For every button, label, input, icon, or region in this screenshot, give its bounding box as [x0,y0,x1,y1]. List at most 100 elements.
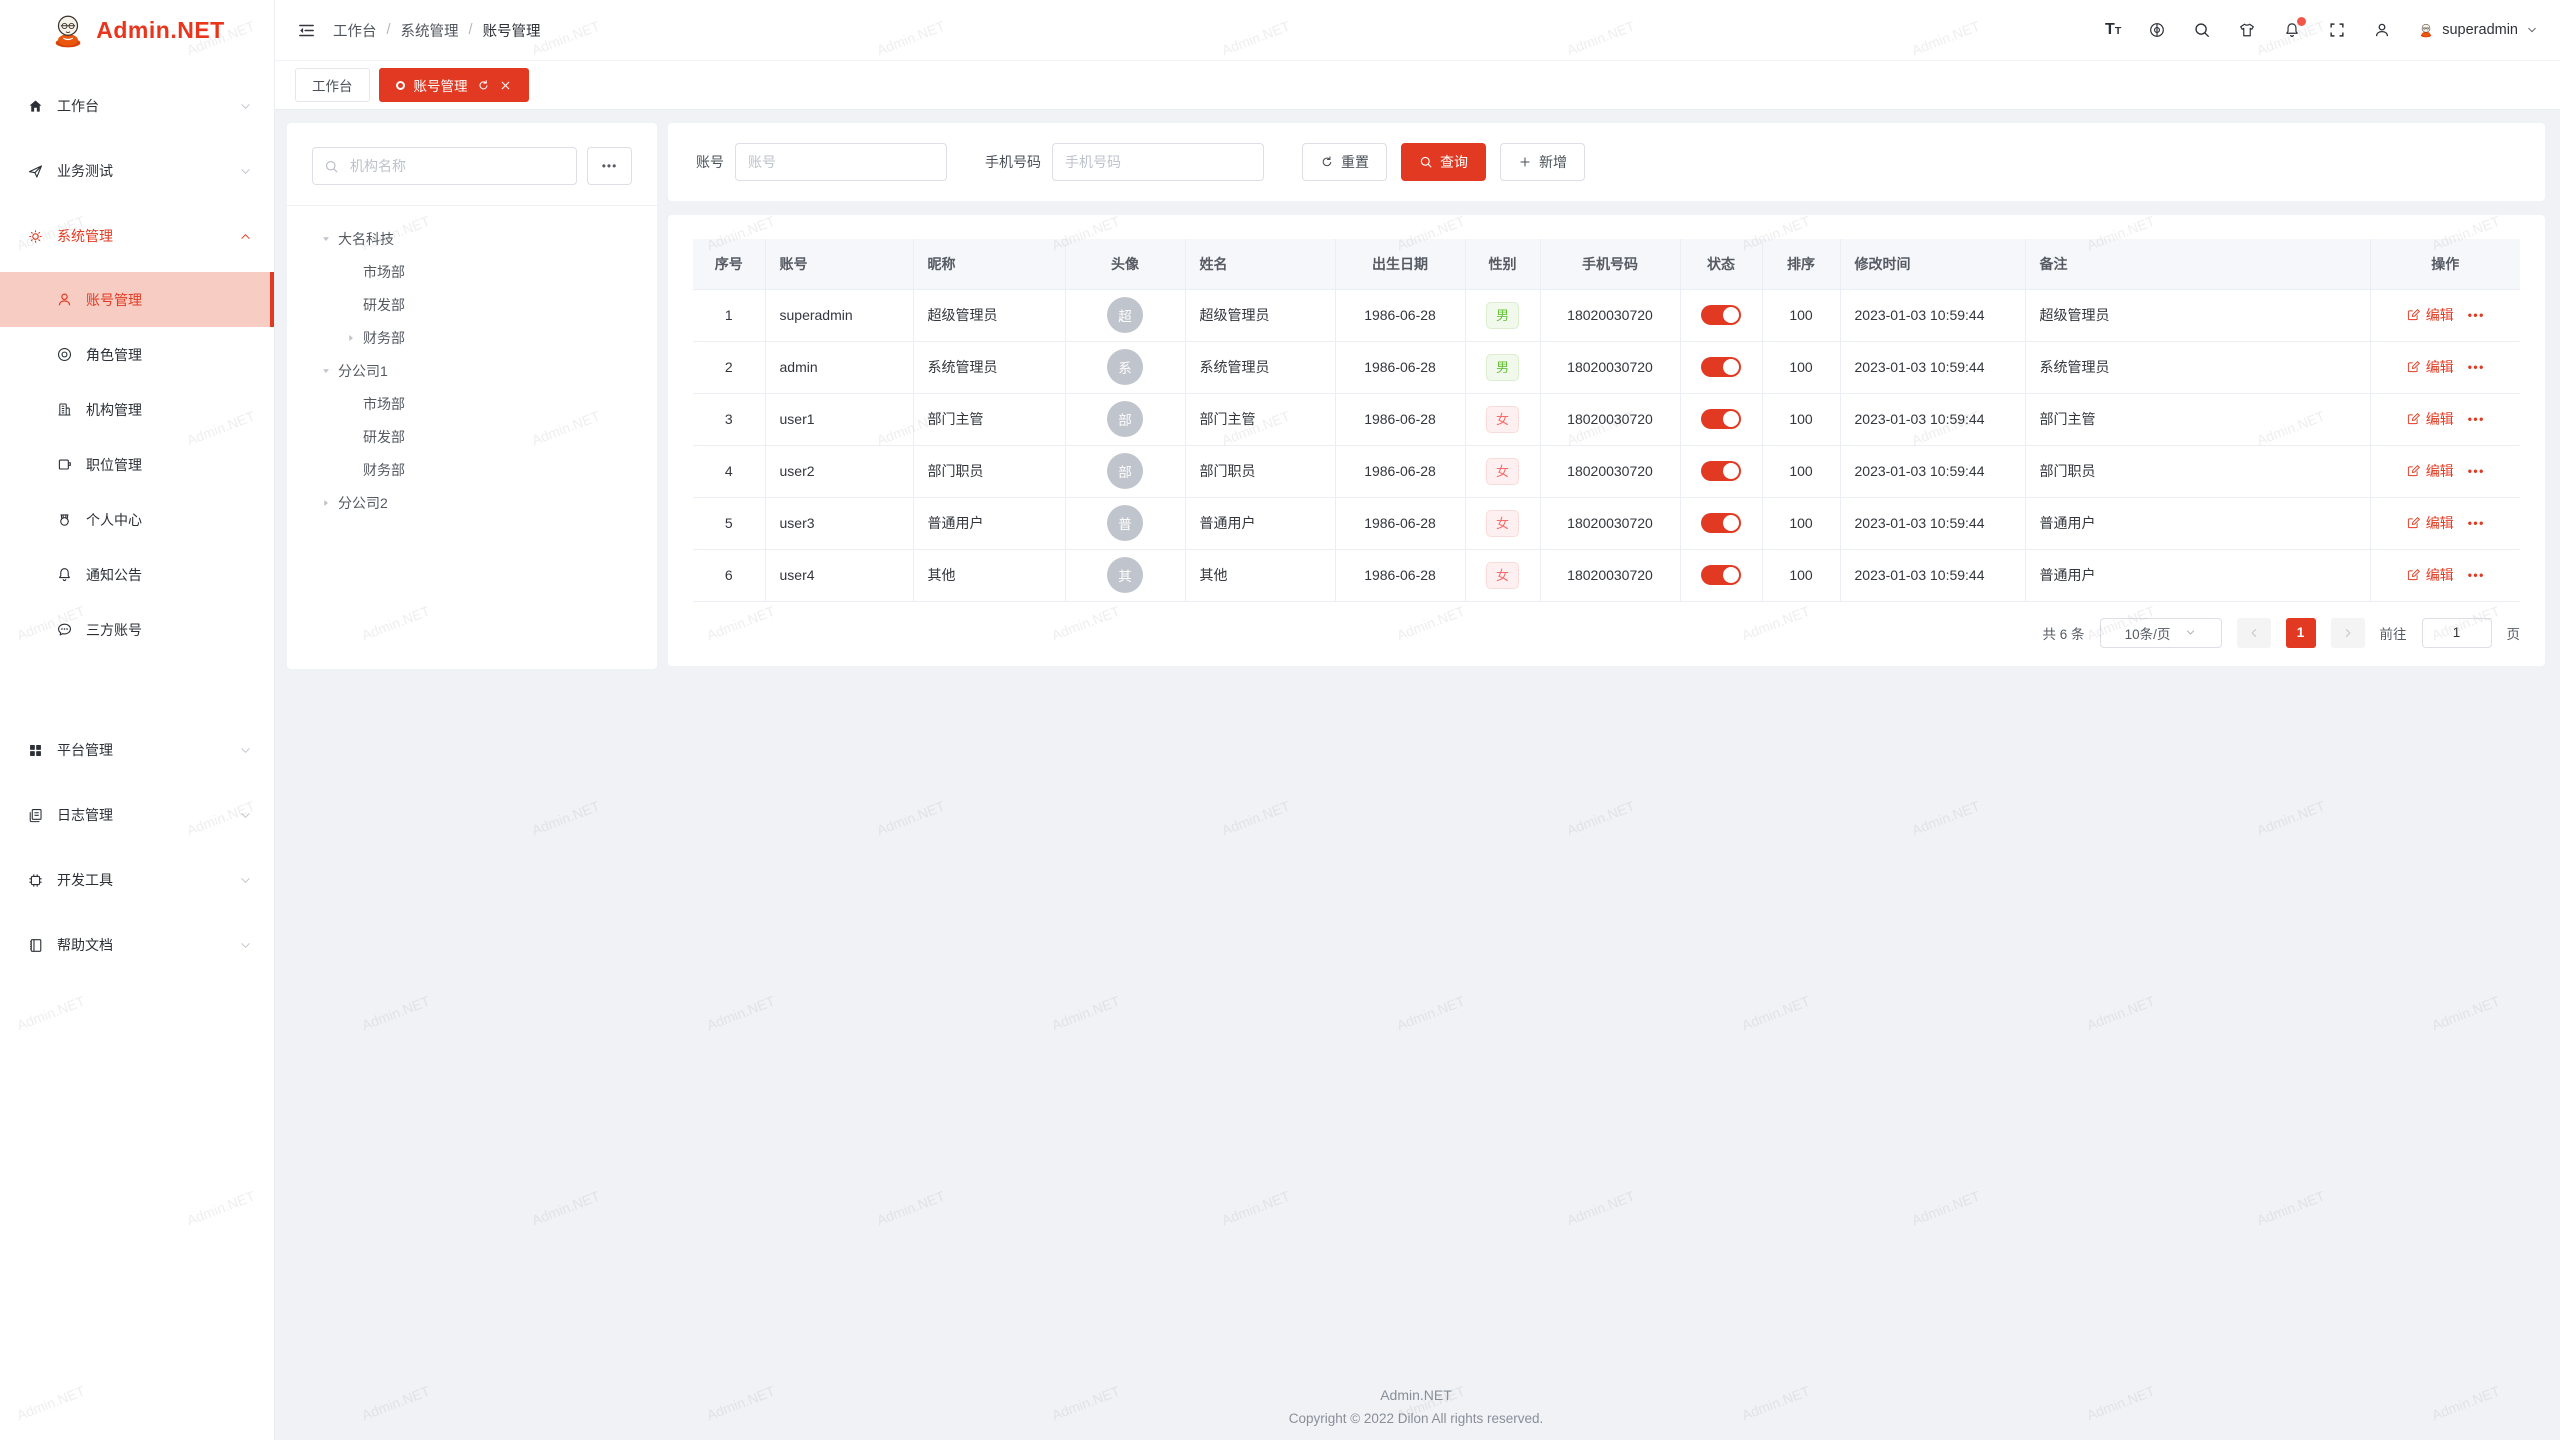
status-toggle[interactable] [1701,409,1741,429]
sidebar-subitem-账号管理[interactable]: 账号管理 [0,272,274,327]
status-toggle[interactable] [1701,305,1741,325]
edit-button[interactable]: 编辑 [2406,565,2454,585]
theme-icon[interactable] [2238,21,2256,39]
cell-avatar: 普 [1065,497,1185,549]
status-toggle[interactable] [1701,357,1741,377]
edit-label: 编辑 [2426,565,2454,585]
cell-avatar: 部 [1065,393,1185,445]
page-size-select[interactable]: 10条/页 [2100,618,2222,648]
cell-text: 2023-01-03 10:59:44 [1855,463,1985,479]
more-actions-button[interactable]: ••• [2468,360,2485,374]
tree-node-分公司2[interactable]: 分公司2 [317,486,647,519]
cell-text: 部门职员 [1200,463,1256,479]
home-icon [27,98,44,115]
more-actions-button[interactable]: ••• [2468,568,2485,582]
current-page[interactable]: 1 [2286,618,2316,648]
account-filter-input[interactable] [735,143,947,181]
column-header-mtime: 修改时间 [1840,239,2025,289]
sidebar-item-日志管理[interactable]: 日志管理 [0,786,274,844]
edit-button[interactable]: 编辑 [2406,461,2454,481]
tree-node-大名科技[interactable]: 大名科技 [317,222,647,255]
breadcrumb-item[interactable]: 系统管理 [401,20,459,41]
sidebar-item-系统管理[interactable]: 系统管理 [0,207,274,265]
fullscreen-icon[interactable] [2328,21,2346,39]
status-toggle[interactable] [1701,461,1741,481]
sidebar-subitem-职位管理[interactable]: 职位管理 [0,437,274,492]
cell-remark: 普通用户 [2025,497,2370,549]
edit-button[interactable]: 编辑 [2406,305,2454,325]
collapse-sidebar-icon[interactable] [297,21,316,40]
edit-button[interactable]: 编辑 [2406,513,2454,533]
sidebar-subitem-label: 职位管理 [86,455,252,475]
logo[interactable]: Admin.NET [0,0,274,60]
user-outline-icon[interactable] [2373,21,2391,39]
cell-index: 5 [693,497,765,549]
cell-op: 编辑 ••• [2370,549,2520,601]
breadcrumb-item[interactable]: 账号管理 [483,20,541,41]
user-menu[interactable]: superadmin [2418,22,2538,38]
sidebar-item-平台管理[interactable]: 平台管理 [0,721,274,779]
cell-phone: 18020030720 [1540,549,1680,601]
content: ••• 大名科技市场部研发部财务部分公司1市场部研发部财务部分公司2 账号 手机… [275,110,2560,1440]
column-header-nickname: 昵称 [913,239,1065,289]
tree-node-市场部[interactable]: 市场部 [342,255,647,288]
cell-mtime: 2023-01-03 10:59:44 [1840,497,2025,549]
add-button[interactable]: 新增 [1500,143,1585,181]
cell-account: admin [765,341,913,393]
sidebar-item-工作台[interactable]: 工作台 [0,77,274,135]
language-icon[interactable] [2148,21,2166,39]
table-row: 1superadmin超级管理员超超级管理员1986-06-28男1802003… [693,289,2520,341]
tree-node-市场部[interactable]: 市场部 [342,387,647,420]
sidebar-subitem-机构管理[interactable]: 机构管理 [0,382,274,437]
edit-button[interactable]: 编辑 [2406,409,2454,429]
close-tab-icon[interactable] [499,79,512,92]
tree-node-研发部[interactable]: 研发部 [342,288,647,321]
notification-bell-icon[interactable] [2283,21,2301,39]
more-actions-button[interactable]: ••• [2468,464,2485,478]
search-icon[interactable] [2193,21,2211,39]
org-more-button[interactable]: ••• [587,147,632,185]
more-actions-button[interactable]: ••• [2468,412,2485,426]
next-page-button[interactable] [2331,618,2365,648]
tab-工作台[interactable]: 工作台 [295,68,370,102]
refresh-tab-icon[interactable] [477,79,490,92]
cell-status [1680,445,1762,497]
cell-text: user3 [780,515,815,531]
edit-button[interactable]: 编辑 [2406,357,2454,377]
cell-phone: 18020030720 [1540,289,1680,341]
sidebar-subitem-label: 角色管理 [86,345,252,365]
sidebar-subitem-个人中心[interactable]: 个人中心 [0,492,274,547]
sidebar-subitem-通知公告[interactable]: 通知公告 [0,547,274,602]
cell-nickname: 超级管理员 [913,289,1065,341]
sidebar-subitem-角色管理[interactable]: 角色管理 [0,327,274,382]
prev-page-button[interactable] [2237,618,2271,648]
sidebar-item-帮助文档[interactable]: 帮助文档 [0,916,274,974]
goto-page-input[interactable] [2422,618,2492,648]
reset-button[interactable]: 重置 [1302,143,1387,181]
tree-node-财务部[interactable]: 财务部 [342,321,647,354]
tree-node-分公司1[interactable]: 分公司1 [317,354,647,387]
sidebar-subitem-三方账号[interactable]: 三方账号 [0,602,274,657]
font-size-icon[interactable]: TT [2105,22,2121,38]
phone-filter-input[interactable] [1052,143,1264,181]
chat-icon [56,621,73,638]
tab-label: 工作台 [312,75,353,95]
sidebar-item-开发工具[interactable]: 开发工具 [0,851,274,909]
more-actions-button[interactable]: ••• [2468,308,2485,322]
cell-phone: 18020030720 [1540,393,1680,445]
tree-node-研发部[interactable]: 研发部 [342,420,647,453]
tab-账号管理[interactable]: 账号管理 [379,68,529,102]
breadcrumb-item[interactable]: 工作台 [333,20,377,41]
status-toggle[interactable] [1701,565,1741,585]
sidebar-item-业务测试[interactable]: 业务测试 [0,142,274,200]
sidebar-subitem-label: 个人中心 [86,510,252,530]
tree-node-财务部[interactable]: 财务部 [342,453,647,486]
cell-birth: 1986-06-28 [1335,445,1465,497]
more-actions-button[interactable]: ••• [2468,516,2485,530]
query-button[interactable]: 查询 [1401,143,1486,181]
status-toggle[interactable] [1701,513,1741,533]
column-header-avatar: 头像 [1065,239,1185,289]
avatar: 系 [1107,349,1143,385]
org-search-input[interactable] [348,157,565,175]
edit-label: 编辑 [2426,409,2454,429]
